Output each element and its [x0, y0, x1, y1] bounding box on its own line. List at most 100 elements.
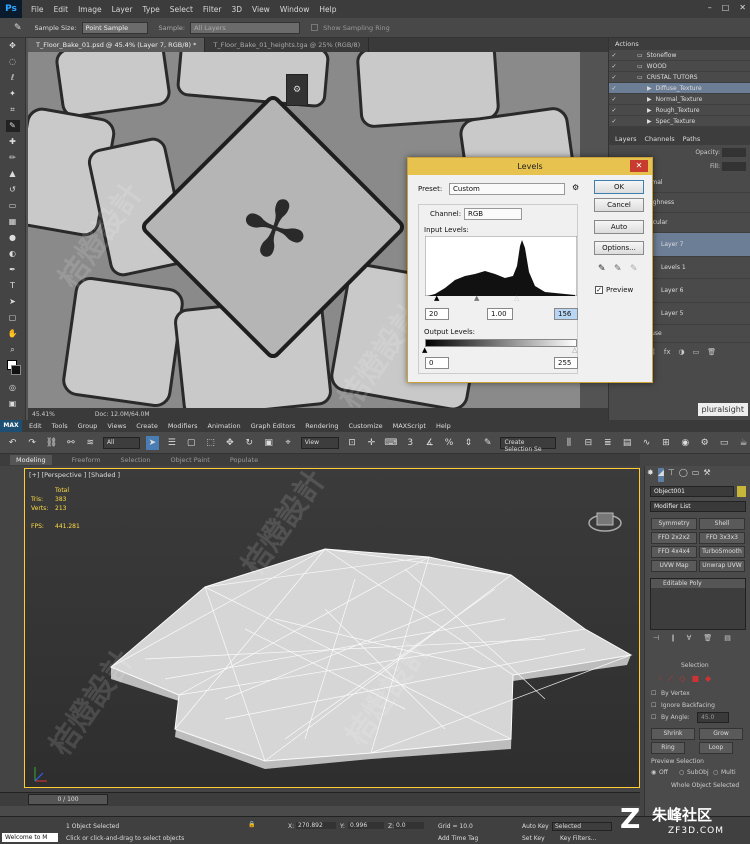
- move-icon[interactable]: ✥: [223, 436, 236, 450]
- action-item[interactable]: ✓ ▶ Spec_Texture: [609, 116, 750, 127]
- rotate-icon[interactable]: ↻: [243, 436, 256, 450]
- preview-checkbox[interactable]: ✓: [595, 286, 603, 294]
- channel-select[interactable]: RGB: [464, 208, 522, 220]
- material-editor-icon[interactable]: ◉: [679, 436, 692, 450]
- named-selection-icon[interactable]: ✎: [481, 436, 494, 450]
- remove-modifier-icon[interactable]: 🗑: [703, 634, 712, 642]
- action-item[interactable]: ✓ ▶ Normal_Texture: [609, 94, 750, 105]
- selection-rollout-title[interactable]: Selection: [681, 662, 709, 669]
- motion-tab-icon[interactable]: ◯: [679, 468, 688, 482]
- output-white-slider[interactable]: △: [572, 346, 577, 354]
- set-key-button[interactable]: Set Key: [522, 835, 545, 842]
- output-black-slider[interactable]: ▲: [422, 346, 427, 354]
- preview-multi-radio[interactable]: ○: [713, 769, 718, 776]
- ps-menu-3d[interactable]: 3D: [226, 5, 247, 14]
- ps-menu-image[interactable]: Image: [73, 5, 107, 14]
- gray-point-eyedropper-icon[interactable]: ✎: [614, 264, 622, 274]
- options-button[interactable]: Options...: [594, 241, 644, 255]
- grow-button[interactable]: Grow: [699, 728, 743, 740]
- path-select-icon[interactable]: ➤: [6, 296, 20, 308]
- unlink-icon[interactable]: ⚯: [64, 436, 77, 450]
- object-name-field[interactable]: Object001: [650, 486, 734, 497]
- shape-tool-icon[interactable]: ▢: [6, 312, 20, 324]
- schematic-view-icon[interactable]: ⊞: [659, 436, 672, 450]
- hierarchy-tab-icon[interactable]: ⊤: [668, 468, 675, 482]
- zoom-level[interactable]: 45.41%: [32, 411, 55, 418]
- input-white-slider[interactable]: △: [514, 294, 519, 302]
- hand-tool-icon[interactable]: ✋: [6, 328, 20, 340]
- time-slider-thumb[interactable]: 0 / 100: [28, 794, 108, 805]
- minimize-icon[interactable]: –: [708, 3, 712, 12]
- ps-menu-filter[interactable]: Filter: [198, 5, 227, 14]
- unwrap-uvw-button[interactable]: Unwrap UVW: [699, 560, 745, 572]
- ps-floating-icon[interactable]: ⚙: [286, 74, 308, 106]
- link-icon[interactable]: ⛓: [45, 436, 58, 450]
- show-end-result-icon[interactable]: ∥: [671, 634, 675, 642]
- fill-field[interactable]: [722, 161, 746, 171]
- move-tool-icon[interactable]: ✥: [6, 40, 20, 52]
- ps-menu-select[interactable]: Select: [165, 5, 198, 14]
- max-menu-modifiers[interactable]: Modifiers: [163, 422, 203, 430]
- tab-floor-heights[interactable]: T_Floor_Bake_01_heights.tga @ 25% (RGB/8…: [205, 38, 370, 52]
- cancel-button[interactable]: Cancel: [594, 198, 644, 212]
- tab-layers[interactable]: Layers: [615, 135, 637, 143]
- max-menu-help[interactable]: Help: [431, 422, 456, 430]
- ps-menu-edit[interactable]: Edit: [49, 5, 74, 14]
- tab-channels[interactable]: Channels: [645, 135, 675, 143]
- ps-menu-file[interactable]: File: [26, 5, 49, 14]
- input-gamma-field[interactable]: 1.00: [487, 308, 513, 320]
- vertex-icon[interactable]: ⁖: [657, 674, 662, 684]
- polygon-icon[interactable]: ■: [691, 674, 699, 684]
- modifier-stack[interactable]: Editable Poly: [650, 578, 746, 630]
- quick-mask-icon[interactable]: ◎: [6, 382, 20, 394]
- lock-icon[interactable]: 🔒: [248, 821, 255, 828]
- white-point-eyedropper-icon[interactable]: ✎: [630, 264, 638, 274]
- preview-off-radio[interactable]: ◉: [651, 769, 656, 776]
- folder-icon[interactable]: ▭: [693, 348, 700, 356]
- element-icon[interactable]: ◆: [705, 674, 711, 684]
- brush-tool-icon[interactable]: ✏: [6, 152, 20, 164]
- x-coordinate-field[interactable]: 270.892: [296, 822, 336, 829]
- color-swatches[interactable]: [6, 360, 21, 378]
- max-menu-maxscript[interactable]: MAXScript: [388, 422, 431, 430]
- key-filters-button[interactable]: Key Filters...: [560, 835, 597, 842]
- selection-filter-select[interactable]: All: [102, 436, 140, 449]
- preset-options-icon[interactable]: ⚙: [572, 183, 579, 192]
- actions-panel-title[interactable]: Actions: [609, 38, 750, 50]
- bind-icon[interactable]: ≋: [84, 436, 97, 450]
- maxscript-listener[interactable]: Welcome to M: [2, 833, 58, 842]
- graphite-toggle-icon[interactable]: ▤: [620, 436, 633, 450]
- blur-tool-icon[interactable]: ●: [6, 232, 20, 244]
- pen-tool-icon[interactable]: ✒: [6, 264, 20, 276]
- by-angle-field[interactable]: 45.0: [697, 712, 729, 723]
- lasso-tool-icon[interactable]: ℓ: [6, 72, 20, 84]
- max-menu-rendering[interactable]: Rendering: [300, 422, 343, 430]
- undo-icon[interactable]: ↶: [6, 436, 19, 450]
- by-angle-checkbox[interactable]: ☐: [651, 714, 656, 721]
- tab-populate[interactable]: Populate: [230, 456, 258, 464]
- add-time-tag[interactable]: Add Time Tag: [438, 835, 478, 842]
- render-icon[interactable]: ☕: [737, 436, 750, 450]
- edge-icon[interactable]: ⟋: [668, 674, 674, 684]
- trash-icon[interactable]: 🗑: [707, 348, 716, 356]
- ffd-4x4x4-button[interactable]: FFD 4x4x4: [651, 546, 697, 558]
- modifier-list-select[interactable]: Modifier List: [650, 501, 746, 512]
- render-setup-icon[interactable]: ⚙: [698, 436, 711, 450]
- input-black-field[interactable]: 20: [425, 308, 449, 320]
- shell-button[interactable]: Shell: [699, 518, 745, 530]
- tab-floor-bake[interactable]: T_Floor_Bake_01.psd @ 45.4% (Layer 7, RG…: [28, 38, 206, 52]
- perspective-viewport[interactable]: [+] [Perspective ] [Shaded ] Total Tris:…: [24, 468, 640, 788]
- scale-icon[interactable]: ▣: [262, 436, 275, 450]
- max-menu-tools[interactable]: Tools: [47, 422, 73, 430]
- max-menu-group[interactable]: Group: [73, 422, 103, 430]
- max-menu-create[interactable]: Create: [131, 422, 163, 430]
- snaps-toggle-icon[interactable]: 3: [404, 436, 417, 450]
- time-slider[interactable]: 0 / 100: [0, 792, 640, 806]
- eraser-tool-icon[interactable]: ▭: [6, 200, 20, 212]
- action-item[interactable]: ✓ ▭ CRISTAL TUTORS: [609, 72, 750, 83]
- ps-menu-type[interactable]: Type: [138, 5, 165, 14]
- ffd-3x3x3-button[interactable]: FFD 3x3x3: [699, 532, 745, 544]
- z-coordinate-field[interactable]: 0.0: [394, 822, 424, 829]
- ps-menu-view[interactable]: View: [247, 5, 275, 14]
- utilities-tab-icon[interactable]: ⚒: [703, 468, 710, 482]
